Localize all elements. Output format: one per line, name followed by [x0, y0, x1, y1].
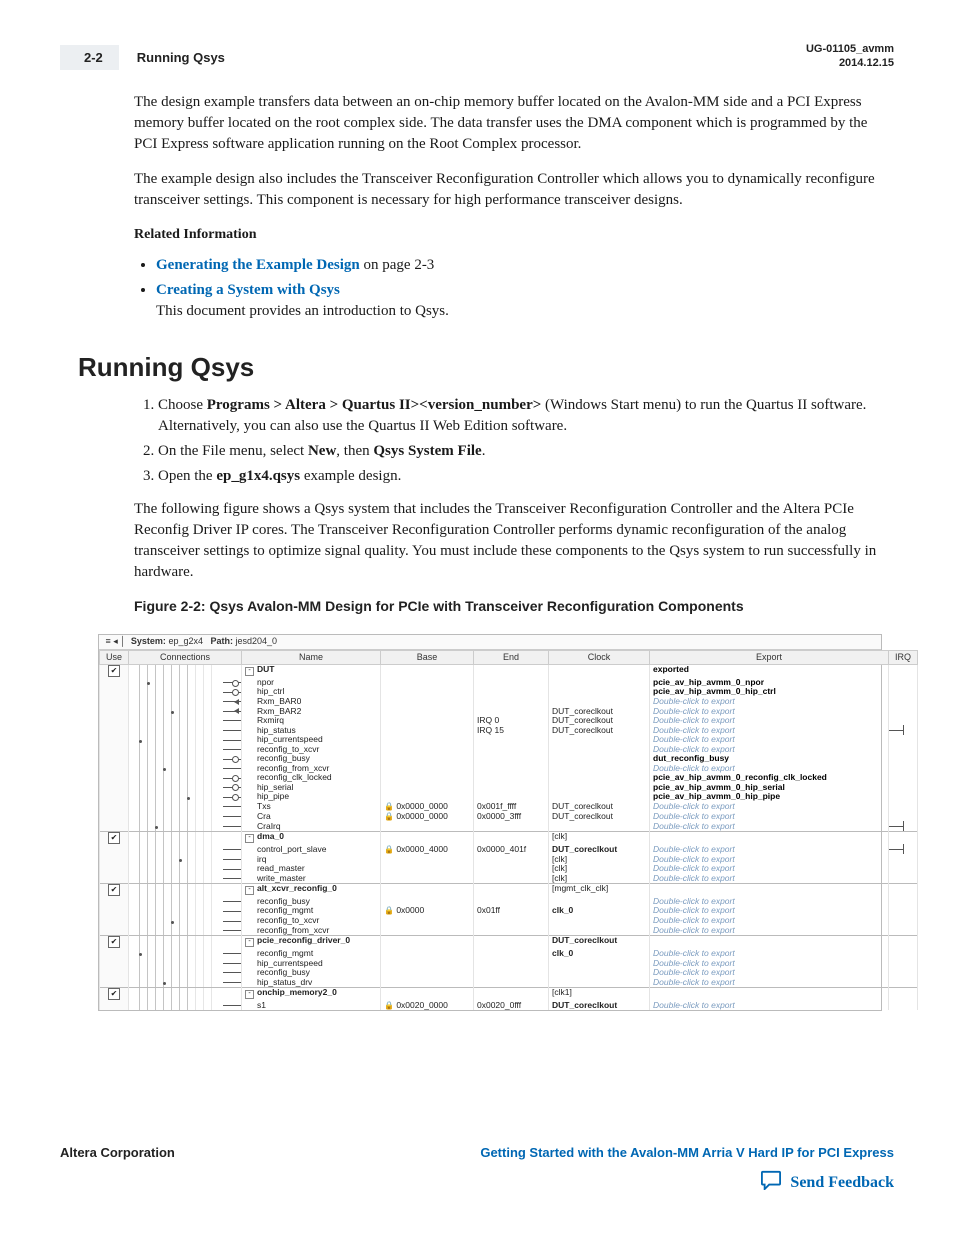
section-heading-running-qsys: Running Qsys — [78, 352, 894, 383]
related-item-2-desc: This document provides an introduction t… — [156, 303, 449, 319]
step-3: Open the ep_g1x4.qsys example design. — [158, 466, 894, 487]
checkbox-icon: ✔ — [108, 665, 120, 677]
th-export: Export — [650, 650, 889, 664]
th-conn: Connections — [129, 650, 242, 664]
table-row: CraIrqDouble-click to export — [100, 821, 918, 831]
table-row: control_port_slave🔒 0x0000_40000x0000_40… — [100, 844, 918, 854]
table-row: hip_currentspeedDouble-click to export — [100, 958, 918, 968]
table-row: reconfig_mgmtclk_0Double-click to export — [100, 949, 918, 959]
th-base: Base — [381, 650, 474, 664]
table-row: Cra🔒 0x0000_00000x0000_3fffDUT_coreclkou… — [100, 811, 918, 821]
link-creating-system-qsys[interactable]: Creating a System with Qsys — [156, 282, 340, 298]
table-row: ✔-dma_0[clk] — [100, 831, 918, 844]
table-row: reconfig_mgmt🔒 0x00000x01ffclk_0Double-c… — [100, 906, 918, 916]
th-clock: Clock — [549, 650, 650, 664]
link-generating-example[interactable]: Generating the Example Design — [156, 257, 360, 273]
related-item-1: Generating the Example Design on page 2-… — [156, 255, 894, 276]
table-row: Txs🔒 0x0000_00000x001f_ffffDUT_coreclkou… — [100, 801, 918, 811]
table-row: write_master[clk]Double-click to export — [100, 873, 918, 883]
table-row: reconfig_to_xcvrDouble-click to export — [100, 916, 918, 926]
related-item-2: Creating a System with Qsys This documen… — [156, 280, 894, 322]
table-row: reconfig_clk_lockedpcie_av_hip_avmm_0_re… — [100, 773, 918, 783]
table-row: RxmirqIRQ 0DUT_coreclkoutDouble-click to… — [100, 716, 918, 726]
step-1: Choose Programs > Altera > Quartus II><v… — [158, 395, 894, 437]
table-row: hip_currentspeedDouble-click to export — [100, 735, 918, 745]
intro-para-2: The example design also includes the Tra… — [134, 169, 894, 211]
table-row: ✔-alt_xcvr_reconfig_0[mgmt_clk_clk] — [100, 883, 918, 896]
table-row: ✔-onchip_memory2_0[clk1] — [100, 987, 918, 1000]
th-name: Name — [242, 650, 381, 664]
page-footer: Altera Corporation Getting Started with … — [60, 1145, 894, 1195]
table-row: hip_serialpcie_av_hip_avmm_0_hip_serial — [100, 782, 918, 792]
qsys-table: Use Connections Name Base End Clock Expo… — [99, 650, 918, 1011]
doc-id-block: UG-01105_avmm 2014.12.15 — [806, 42, 894, 71]
table-row: hip_statusIRQ 15DUT_coreclkoutDouble-cli… — [100, 725, 918, 735]
checkbox-icon: ✔ — [108, 936, 120, 948]
th-irq: IRQ — [889, 650, 918, 664]
steps-list: Choose Programs > Altera > Quartus II><v… — [134, 395, 894, 487]
feedback-icon — [760, 1170, 782, 1195]
doc-date: 2014.12.15 — [806, 56, 894, 70]
page-number: 2-2 — [60, 45, 119, 70]
table-row: hip_ctrlpcie_av_hip_avmm_0_hip_ctrl — [100, 687, 918, 697]
checkbox-icon: ✔ — [108, 988, 120, 1000]
send-feedback-link[interactable]: Send Feedback — [790, 1174, 894, 1192]
th-use: Use — [100, 650, 129, 664]
table-row: irq[clk]Double-click to export — [100, 854, 918, 864]
table-row: reconfig_from_xcvrDouble-click to export — [100, 763, 918, 773]
table-row: hip_status_drvDouble-click to export — [100, 977, 918, 987]
footer-guide-link[interactable]: Getting Started with the Avalon-MM Arria… — [480, 1145, 894, 1160]
table-row: reconfig_busyDouble-click to export — [100, 968, 918, 978]
running-title: Running Qsys — [137, 50, 225, 65]
table-row: nporpcie_av_hip_avmm_0_npor — [100, 678, 918, 688]
table-row: reconfig_from_xcvrDouble-click to export — [100, 926, 918, 936]
table-row: reconfig_busydut_reconfig_busy — [100, 754, 918, 764]
th-end: End — [474, 650, 549, 664]
figure-path-bar: ≡ ◂ │ System: ep_g2x4 Path: jesd204_0 — [99, 635, 881, 649]
table-row: ✔-DUTexported — [100, 665, 918, 678]
related-info-heading: Related Information — [134, 225, 894, 245]
checkbox-icon: ✔ — [108, 884, 120, 896]
intro-para-1: The design example transfers data betwee… — [134, 92, 894, 155]
step-2: On the File menu, select New, then Qsys … — [158, 441, 894, 462]
footer-corp: Altera Corporation — [60, 1145, 175, 1160]
table-row: Rxm_BAR2DUT_coreclkoutDouble-click to ex… — [100, 706, 918, 716]
table-row: ✔-pcie_reconfig_driver_0DUT_coreclkout — [100, 936, 918, 949]
table-row: reconfig_busyDouble-click to export — [100, 897, 918, 907]
qsys-figure: ≡ ◂ │ System: ep_g2x4 Path: jesd204_0 Us… — [98, 634, 882, 1011]
table-row: hip_pipepcie_av_hip_avmm_0_hip_pipe — [100, 792, 918, 802]
table-row: s1🔒 0x0020_00000x0020_0fffDUT_coreclkout… — [100, 1000, 918, 1010]
doc-id: UG-01105_avmm — [806, 42, 894, 56]
table-row: Rxm_BAR0Double-click to export — [100, 697, 918, 707]
table-row: read_master[clk]Double-click to export — [100, 864, 918, 874]
figure-caption: Figure 2-2: Qsys Avalon-MM Design for PC… — [134, 597, 894, 617]
section-para: The following figure shows a Qsys system… — [134, 499, 894, 583]
table-row: reconfig_to_xcvrDouble-click to export — [100, 744, 918, 754]
related-info-list: Generating the Example Design on page 2-… — [134, 255, 894, 322]
checkbox-icon: ✔ — [108, 832, 120, 844]
